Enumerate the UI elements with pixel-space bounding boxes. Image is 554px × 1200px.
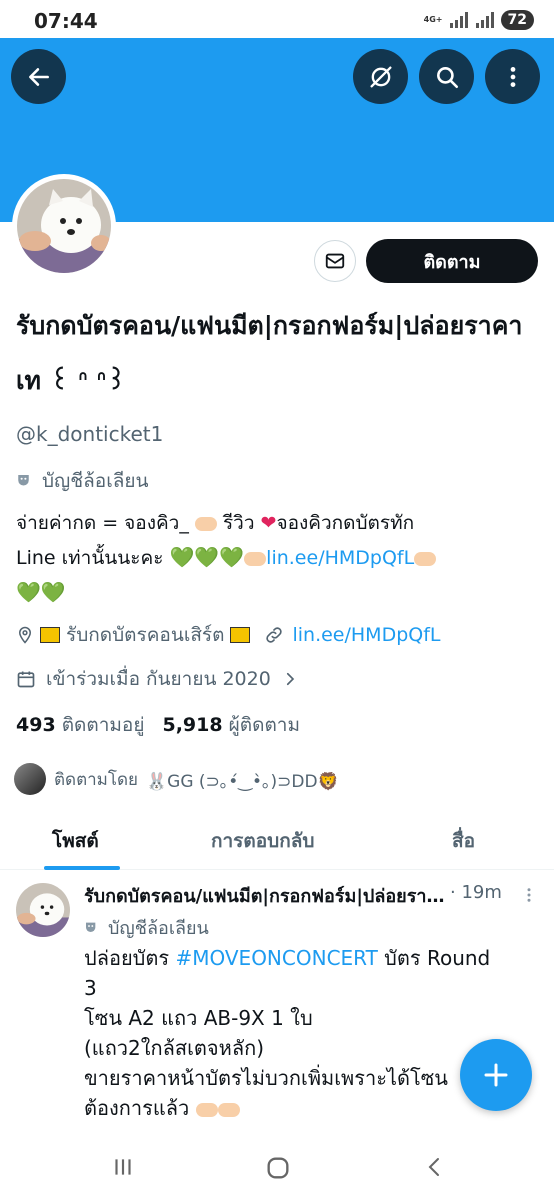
followers-count: 5,918 (162, 714, 223, 736)
more-vertical-icon[interactable] (520, 885, 538, 905)
active-tab-indicator (44, 866, 120, 870)
pointing-hand-icon (217, 1102, 240, 1117)
profile-tabs: โพสต์ การตอบกลับ สื่อ (0, 816, 554, 870)
signal-icon-2 (475, 12, 494, 28)
arrow-left-icon (28, 67, 49, 86)
tab-replies[interactable]: การตอบกลับ (211, 826, 314, 856)
pointing-hand-icon (194, 516, 217, 531)
pointing-hand-icon (195, 1102, 218, 1117)
followers-label: ผู้ติดตาม (228, 714, 300, 736)
ticket-icon (230, 627, 251, 643)
no-notifications-icon (370, 66, 391, 88)
following-label: ติดตามอยู่ (61, 714, 145, 736)
system-nav-bar (0, 1138, 554, 1200)
tweet-hashtag[interactable]: #MOVEONCONCERT (175, 946, 377, 970)
tweet-text-1: ปล่อยบัตร (84, 946, 176, 970)
bio-text-3: จองคิวกดบัตรทัก (276, 512, 415, 534)
chevron-right-icon (286, 672, 294, 686)
signal-icon (449, 12, 468, 28)
tweet-text-2: บัตร Round (377, 946, 491, 970)
ticket-icon (40, 627, 60, 643)
green-hearts: 💚💚💚 (169, 545, 245, 569)
following-count: 493 (16, 714, 56, 736)
battery-indicator: 72 (500, 10, 534, 30)
bio-text-4: Line เท่านั้นนะคะ (16, 547, 170, 569)
plus-icon (484, 1063, 508, 1087)
tweet-parody-text: บัญชีล้อเลียน (108, 918, 209, 939)
bio-text-2: รีวิว (216, 512, 261, 534)
follow-stats: 493 ติดตามอยู่ 5,918 ผู้ติดตาม (16, 710, 300, 740)
link-icon (266, 627, 283, 643)
green-hearts-2: 💚💚 (16, 580, 66, 604)
followed-by-prefix: ติดตามโดย (54, 769, 139, 790)
profile-bio: จ่ายค่ากด = จองคิว_ รีวิว ❤จองคิวกดบัตรท… (16, 506, 536, 610)
tab-media[interactable]: สื่อ (452, 826, 475, 856)
tweet-text-4: โซน A2 แถว AB-9X 1 ใบ (84, 1006, 313, 1030)
profile-handle: @k_donticket1 (16, 422, 164, 446)
tab-posts[interactable]: โพสต์ (52, 826, 99, 856)
red-heart-icon: ❤ (260, 512, 277, 534)
tweet-text-7: ต้องการแล้ว (84, 1096, 190, 1120)
dog-avatar-image (17, 179, 111, 273)
theater-masks-icon (18, 475, 29, 486)
network-label: 4G+ (423, 15, 443, 24)
compose-post-button[interactable] (460, 1039, 532, 1111)
parody-text: บัญชีล้อเลียน (42, 470, 149, 492)
back-button[interactable] (11, 49, 66, 104)
pointing-hand-icon (244, 551, 267, 566)
follower-avatar (14, 763, 46, 795)
more-options-button[interactable] (485, 49, 540, 104)
pointing-hand-icon (414, 551, 437, 566)
joined-date-row[interactable]: เข้าร่วมเมื่อ กันยายน 2020 (16, 664, 299, 694)
bio-text-1: จ่ายค่ากด = จองคิว_ (16, 512, 189, 534)
profile-display-name: รับกดบัตรคอน/แฟนมีต|กรอกฟอร์ม|ปล่อยราคาเ… (16, 311, 523, 395)
following-stat[interactable]: 493 ติดตามอยู่ (16, 710, 144, 740)
tweet-avatar[interactable] (16, 883, 70, 937)
status-time: 07:44 (34, 9, 98, 33)
theater-masks-icon (86, 922, 96, 932)
tweet-author-name[interactable]: รับกดบัตรคอน/แฟนมีต|กรอกฟอร์ม|ปล่อยราคาเ… (84, 881, 446, 910)
dog-avatar-image (16, 883, 70, 937)
tweet-text-6: ขายราคาหน้าบัตรไม่บวกเพิ่มเพราะได้โซน (84, 1066, 448, 1090)
followed-by-names: 🐰GG (⊃｡•́‿•̀｡)⊃DD🦁 (146, 771, 339, 792)
tweet-text-5: (แถว2ใกล้สเตจหลัก) (84, 1036, 264, 1060)
follow-button[interactable]: ติดตาม (366, 239, 538, 283)
joined-text: เข้าร่วมเมื่อ กันยายน 2020 (46, 668, 271, 690)
status-icons: 4G+ 72 (424, 10, 534, 30)
followers-stat[interactable]: 5,918 ผู้ติดตาม (162, 710, 300, 740)
calendar-icon (17, 671, 35, 688)
website-link[interactable]: lin.ee/HMDpQfL (292, 624, 440, 646)
recents-icon[interactable] (110, 1154, 136, 1180)
parody-account-label: บัญชีล้อเลียน (16, 466, 148, 496)
nav-back-icon[interactable] (422, 1154, 446, 1180)
location-text: รับกดบัตรคอนเสิร์ต (66, 624, 225, 646)
home-icon[interactable] (264, 1154, 292, 1182)
followed-by-row[interactable]: ติดตามโดย 🐰GG (⊃｡•́‿•̀｡)⊃DD🦁 (14, 763, 339, 795)
profile-avatar[interactable] (12, 174, 116, 278)
mute-notifications-button[interactable] (353, 49, 408, 104)
tweet-time: · 19m (450, 882, 502, 903)
more-vertical-icon (510, 66, 515, 87)
envelope-icon (325, 253, 345, 269)
profile-meta-location: รับกดบัตรคอนเสิร์ต lin.ee/HMDpQfL (16, 620, 441, 650)
search-button[interactable] (419, 49, 474, 104)
bio-link[interactable]: lin.ee/HMDpQfL (266, 547, 414, 569)
search-icon (436, 66, 458, 88)
tweet[interactable]: รับกดบัตรคอน/แฟนมีต|กรอกฟอร์ม|ปล่อยราคาเ… (0, 871, 554, 1151)
tweet-parody-label: บัญชีล้อเลียน (84, 913, 209, 942)
status-bar: 07:44 4G+ 72 (0, 0, 554, 38)
message-button[interactable] (314, 240, 356, 282)
tweet-text-3: 3 (84, 976, 97, 1000)
location-pin-icon (18, 626, 32, 644)
